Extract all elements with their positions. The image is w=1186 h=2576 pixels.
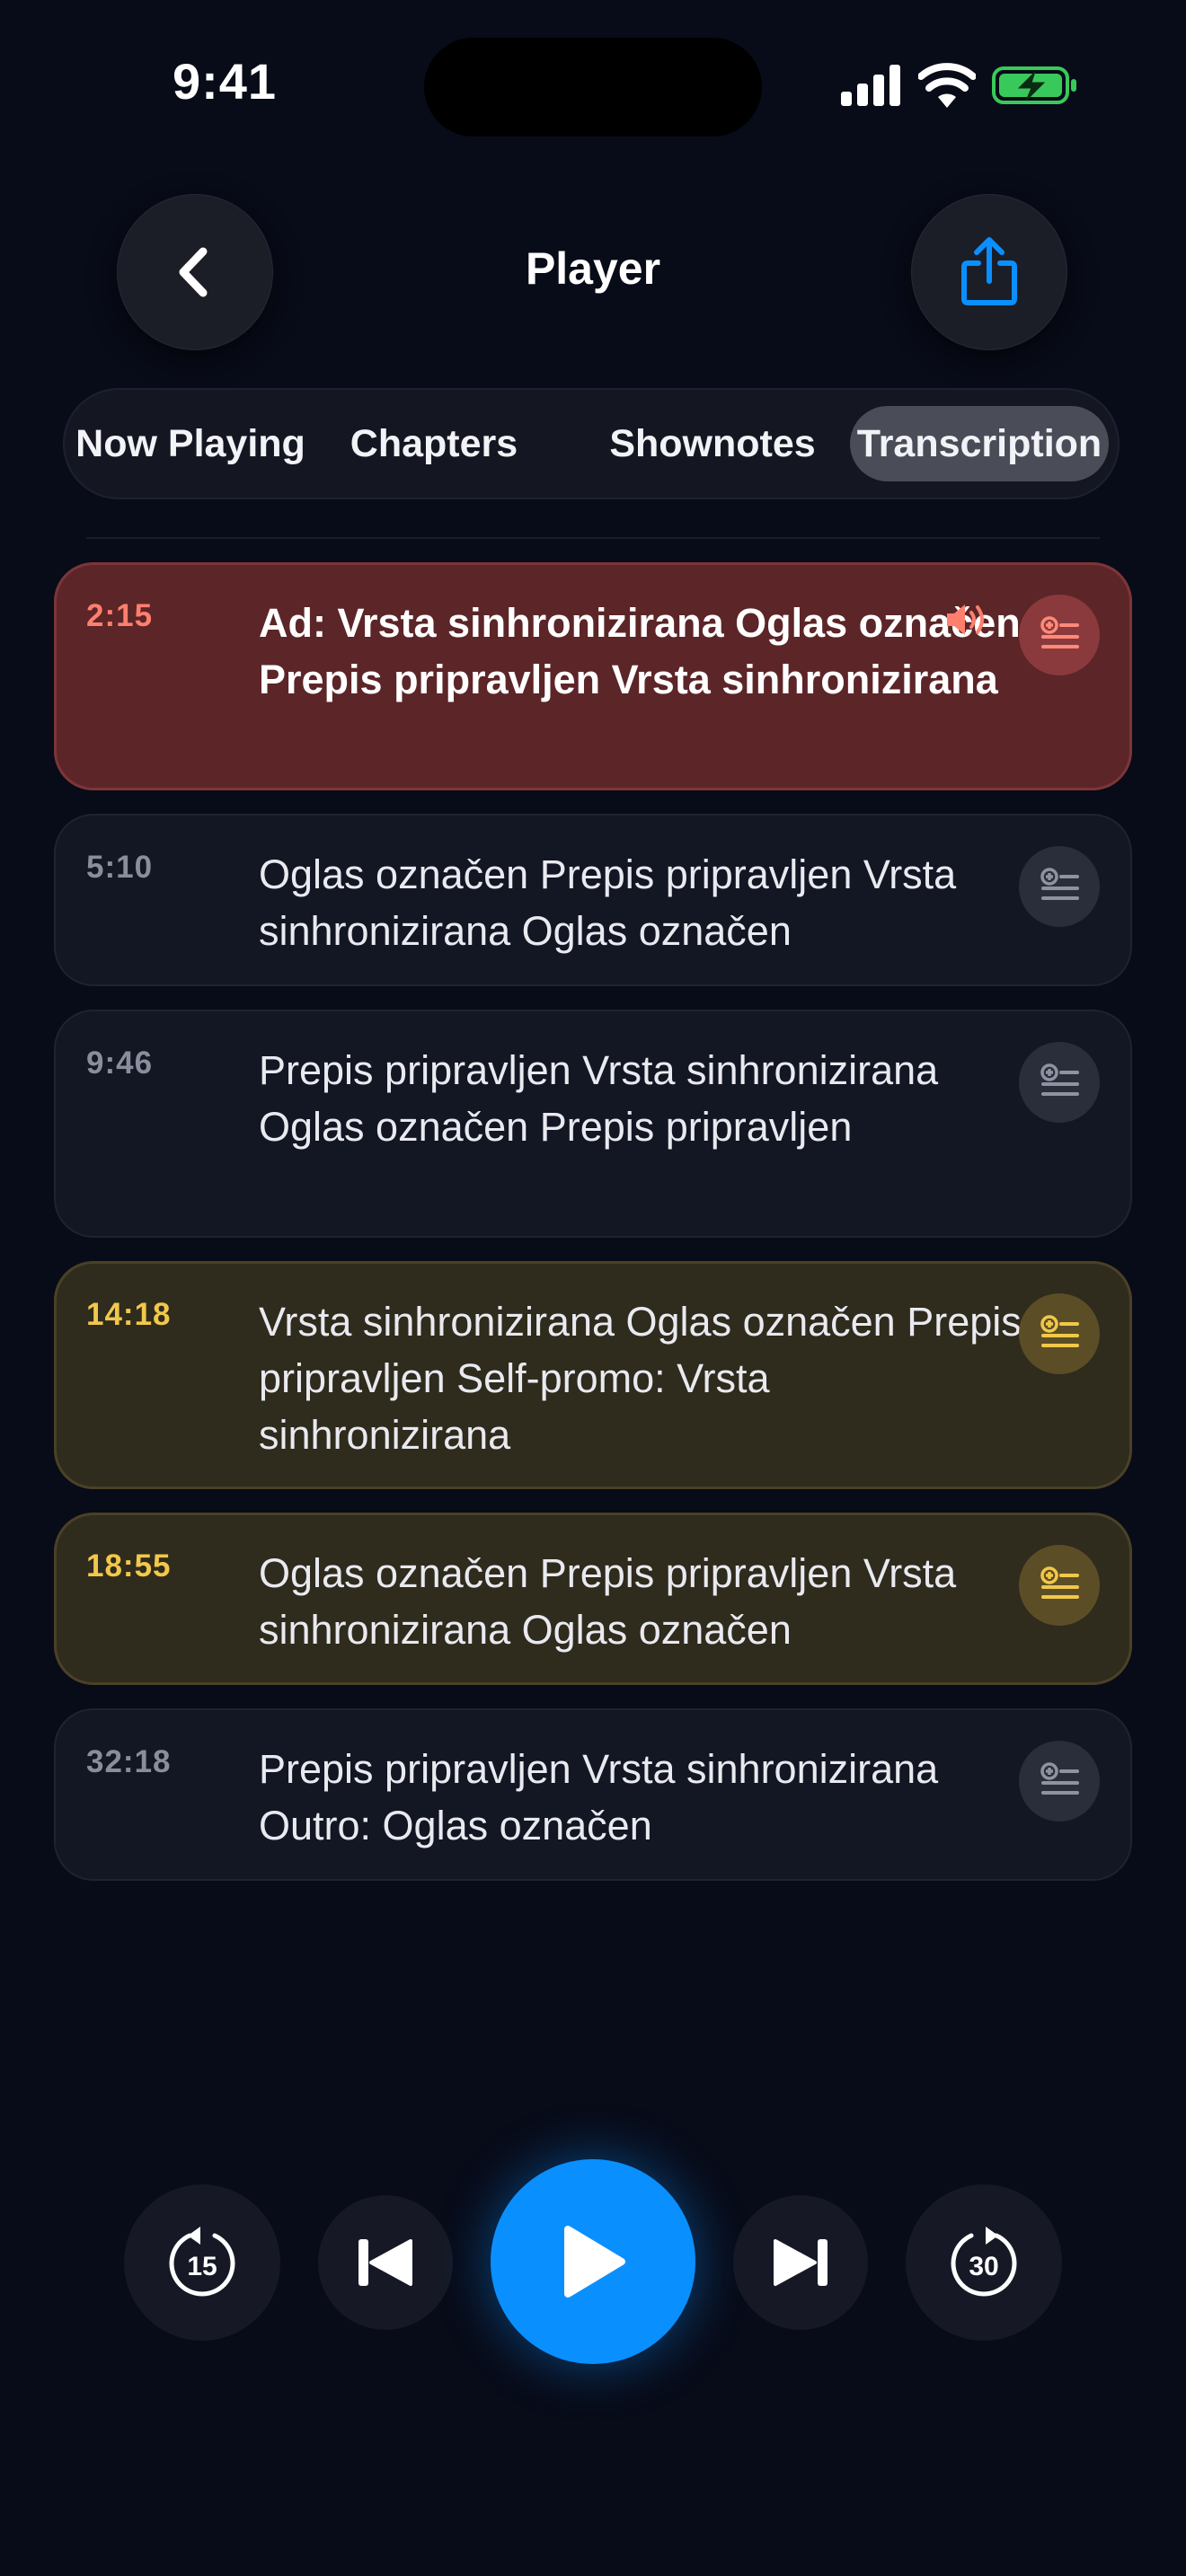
add-list-icon [1040,1063,1079,1096]
tab-chapters[interactable]: Chapters [323,406,544,481]
add-to-notes-button[interactable] [1019,1293,1100,1374]
speaker-playing-icon [947,604,984,635]
add-to-notes-button[interactable] [1019,1545,1100,1626]
play-icon [564,2226,625,2298]
add-to-notes-button[interactable] [1019,1741,1100,1822]
tab-shownotes[interactable]: Shownotes [595,406,830,481]
skip-back-15-icon: 15 [169,2227,235,2297]
add-to-notes-button[interactable] [1019,595,1100,675]
segment-text: Ad: Vrsta sinhronizirana Oglas označen P… [259,600,1021,702]
segment-timestamp: 9:46 [86,1045,154,1081]
skip-back-seconds: 15 [187,2252,217,2281]
add-to-notes-button[interactable] [1019,846,1100,927]
page-title: Player [525,243,661,294]
segment-text: Oglas označen Prepis pripravljen Vrsta s… [259,851,957,954]
status-time: 9:41 [172,53,278,110]
tab-now-playing[interactable]: Now Playing [75,406,305,481]
previous-button[interactable] [318,2195,453,2330]
chevron-left-icon [179,247,208,297]
transcript-segment[interactable]: 5:10 Oglas označen Prepis pripravljen Vr… [54,814,1132,986]
divider [86,537,1100,539]
share-button[interactable] [911,194,1067,350]
segment-text: Prepis pripravljen Vrsta sinhronizirana … [259,1047,939,1150]
dynamic-island [424,38,762,137]
add-list-icon [1040,1762,1079,1795]
add-list-icon [1040,1315,1079,1347]
skip-forward-30-icon: 30 [951,2227,1017,2297]
segmented-tabs: Now Playing Chapters Shownotes Transcrip… [63,388,1120,499]
skip-forward-seconds: 30 [969,2252,998,2281]
previous-icon [358,2239,412,2286]
skip-back-15-button[interactable]: 15 [124,2184,280,2341]
next-button[interactable] [733,2195,868,2330]
tab-transcription[interactable]: Transcription [850,406,1109,481]
skip-forward-30-button[interactable]: 30 [906,2184,1062,2341]
transcript-segment[interactable]: 2:15 Ad: Vrsta sinhronizirana Oglas ozna… [54,562,1132,790]
add-list-icon [1040,868,1079,900]
segment-timestamp: 5:10 [86,850,154,885]
share-icon [961,237,1017,305]
add-list-icon [1040,616,1079,648]
transcript-segment[interactable]: 14:18 Vrsta sinhronizirana Oglas označen… [54,1261,1132,1489]
segment-text: Vrsta sinhronizirana Oglas označen Prepi… [259,1299,1022,1458]
next-icon [774,2239,828,2286]
transcript-segment[interactable]: 9:46 Prepis pripravljen Vrsta sinhronizi… [54,1010,1132,1238]
segment-text: Oglas označen Prepis pripravljen Vrsta s… [259,1550,957,1653]
wifi-icon [918,63,976,108]
transcript-segment[interactable]: 18:55 Oglas označen Prepis pripravljen V… [54,1513,1132,1685]
add-list-icon [1040,1566,1079,1599]
battery-charging-icon [992,66,1076,104]
add-to-notes-button[interactable] [1019,1042,1100,1123]
segment-timestamp: 32:18 [86,1744,172,1779]
transcript-segment[interactable]: 32:18 Prepis pripravljen Vrsta sinhroniz… [54,1708,1132,1881]
segment-text: Prepis pripravljen Vrsta sinhronizirana … [259,1746,939,1848]
play-button[interactable] [491,2159,695,2364]
segment-timestamp: 2:15 [86,598,154,633]
segment-timestamp: 18:55 [86,1548,172,1584]
back-button[interactable] [117,194,273,350]
cellular-signal-icon [841,65,900,106]
segment-timestamp: 14:18 [86,1297,172,1332]
